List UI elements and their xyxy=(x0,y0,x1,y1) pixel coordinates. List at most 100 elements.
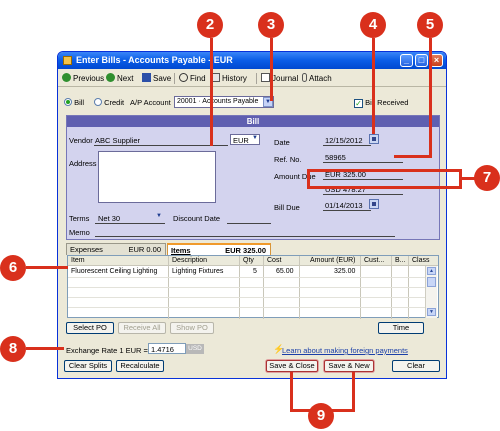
attach-button[interactable]: Attach xyxy=(302,73,332,83)
column-header-billable[interactable]: B... xyxy=(395,257,406,264)
refno-underline xyxy=(323,162,403,163)
callout-2-badge: 2 xyxy=(197,12,223,38)
calendar-icon[interactable] xyxy=(369,134,379,144)
calendar-icon[interactable] xyxy=(369,199,379,209)
bill-form-header: Bill xyxy=(67,116,439,127)
radio-empty-icon xyxy=(94,98,102,106)
next-icon xyxy=(106,73,115,82)
refno-field[interactable]: 58965 xyxy=(325,153,346,162)
credit-radio[interactable]: Credit xyxy=(94,98,124,107)
callout-6-badge: 6 xyxy=(0,255,26,281)
tab-expenses-amount: EUR 0.00 xyxy=(128,245,161,254)
find-button[interactable]: Find xyxy=(179,73,206,83)
currency-value: EUR xyxy=(233,136,249,145)
vendor-label: Vendor xyxy=(69,136,93,145)
callout-4-leader xyxy=(372,38,375,134)
refno-label: Ref. No. xyxy=(274,155,302,164)
minimize-button[interactable]: _ xyxy=(400,54,413,67)
toolbar-divider xyxy=(174,73,175,84)
scroll-up-icon[interactable]: ▲ xyxy=(427,267,436,275)
bill-received-checkbox[interactable]: ✓ Bill Received xyxy=(354,98,408,108)
date-field[interactable]: 12/15/2012 xyxy=(325,136,363,145)
save-close-button[interactable]: Save & Close xyxy=(266,360,318,372)
vendor-field[interactable]: ABC Supplier xyxy=(95,136,140,145)
maximize-button[interactable]: □ xyxy=(415,54,428,67)
previous-icon xyxy=(62,73,71,82)
disk-icon xyxy=(142,73,151,82)
save-new-button[interactable]: Save & New xyxy=(324,360,374,372)
cell-amount[interactable]: 325.00 xyxy=(334,268,355,275)
bill-form: Bill Vendor ABC Supplier EUR ▼ Address D… xyxy=(66,115,440,240)
clear-button[interactable]: Clear xyxy=(392,360,440,372)
scroll-thumb[interactable] xyxy=(427,277,436,287)
show-po-button[interactable]: Show PO xyxy=(170,322,214,334)
discount-date-field[interactable] xyxy=(227,223,271,224)
amount-usd-underline xyxy=(323,194,403,195)
cell-cost[interactable]: 65.00 xyxy=(276,268,294,275)
row-divider xyxy=(68,277,425,278)
terms-select[interactable]: Net 30 ▼ xyxy=(95,212,165,223)
address-field[interactable] xyxy=(98,151,216,203)
cell-qty[interactable]: 5 xyxy=(253,268,257,275)
items-scrollbar[interactable]: ▲ ▼ xyxy=(425,266,437,318)
exchange-rate-field[interactable]: 1.4716 xyxy=(148,343,186,354)
cell-description[interactable]: Lighting Fixtures xyxy=(172,268,223,275)
chevron-down-icon[interactable]: ▼ xyxy=(250,134,260,144)
previous-button[interactable]: Previous xyxy=(62,73,104,83)
journal-icon xyxy=(261,73,270,82)
learn-foreign-payments-link[interactable]: Learn about making foreign payments xyxy=(282,346,408,355)
address-label: Address xyxy=(69,159,97,168)
tab-expenses[interactable]: Expenses EUR 0.00 xyxy=(66,243,166,255)
enter-bills-window: Enter Bills - Accounts Payable - EUR _ □… xyxy=(57,51,447,379)
callout-9-badge: 9 xyxy=(308,403,334,429)
currency-select[interactable]: EUR ▼ xyxy=(230,134,260,145)
exchange-rate-label: Exchange Rate 1 EUR = xyxy=(66,346,148,355)
column-header-cost[interactable]: Cost xyxy=(267,257,281,264)
next-button[interactable]: Next xyxy=(106,73,133,83)
journal-button[interactable]: Journal xyxy=(261,73,298,83)
paperclip-icon xyxy=(302,73,307,82)
toolbar: Previous Next Save Find History Journal … xyxy=(58,70,446,87)
date-underline xyxy=(323,145,371,146)
radio-selected-icon xyxy=(64,98,72,106)
memo-label: Memo xyxy=(69,228,90,237)
bill-due-underline xyxy=(323,210,371,211)
tab-expenses-label: Expenses xyxy=(70,245,103,254)
column-header-customer[interactable]: Cust... xyxy=(364,257,384,264)
bill-due-field[interactable]: 01/14/2013 xyxy=(325,201,363,210)
ap-account-select[interactable]: 20001 · Accounts Payable ▼ xyxy=(174,96,274,108)
tab-items-label: Items xyxy=(171,246,191,255)
chevron-down-icon[interactable]: ▼ xyxy=(154,212,164,222)
ap-account-value: 20001 · Accounts Payable xyxy=(177,98,259,105)
column-header-qty[interactable]: Qty xyxy=(243,257,254,264)
scroll-down-icon[interactable]: ▼ xyxy=(427,308,436,316)
save-button[interactable]: Save xyxy=(142,73,171,83)
clear-splits-button[interactable]: Clear Splits xyxy=(64,360,112,372)
exchange-rate-value: 1.4716 xyxy=(151,345,174,354)
date-label: Date xyxy=(274,138,290,147)
tab-items[interactable]: Items EUR 325.00 xyxy=(167,243,271,255)
callout-9-leader xyxy=(290,372,293,412)
column-header-description[interactable]: Description xyxy=(172,257,207,264)
history-button[interactable]: History xyxy=(211,73,247,83)
time-button[interactable]: Time xyxy=(378,322,424,334)
row-divider xyxy=(68,287,425,288)
callout-8-badge: 8 xyxy=(0,336,26,362)
callout-5-leader xyxy=(429,38,432,158)
callout-8-leader xyxy=(26,347,64,350)
memo-field[interactable] xyxy=(95,236,395,237)
column-header-class[interactable]: Class xyxy=(412,257,430,264)
column-header-item[interactable]: Item xyxy=(71,257,85,264)
select-po-button[interactable]: Select PO xyxy=(66,322,114,334)
bill-radio[interactable]: Bill xyxy=(64,98,84,107)
callout-6-leader xyxy=(26,266,68,269)
title-bar[interactable]: Enter Bills - Accounts Payable - EUR _ □… xyxy=(58,52,446,69)
bill-due-label: Bill Due xyxy=(274,203,300,212)
column-header-amount[interactable]: Amount (EUR) xyxy=(310,257,356,264)
receive-all-button[interactable]: Receive All xyxy=(118,322,166,334)
checkmark-icon: ✓ xyxy=(354,99,363,108)
recalculate-button[interactable]: Recalculate xyxy=(116,360,164,372)
discount-date-label: Discount Date xyxy=(173,214,221,223)
cell-item[interactable]: Fluorescent Ceiling Lighting xyxy=(71,268,157,275)
row-divider xyxy=(68,297,425,298)
